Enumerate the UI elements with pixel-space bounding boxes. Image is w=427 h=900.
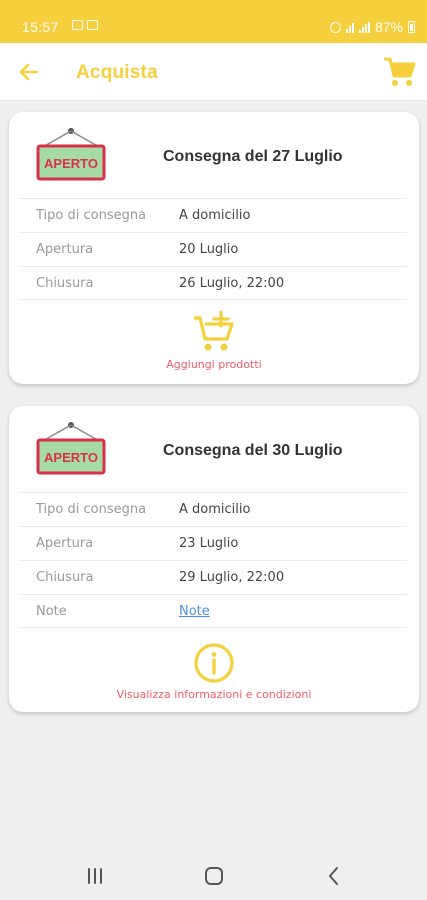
info-value: 23 Luglio — [179, 536, 239, 551]
info-label: Apertura — [36, 536, 94, 551]
info-value: A domicilio — [179, 208, 251, 223]
info-row-opening: Apertura 20 Luglio — [20, 232, 407, 266]
add-products-label: Aggiungi prodotti — [166, 358, 262, 371]
info-row-closing: Chiusura 26 Luglio, 22:00 — [20, 266, 407, 300]
cart-icon[interactable] — [381, 55, 417, 89]
info-label: Note — [36, 604, 67, 619]
delivery-title: Consegna del 27 Luglio — [163, 148, 343, 165]
info-icon — [194, 643, 234, 683]
delivery-card[interactable]: APERTO Consegna del 30 Luglio Tipo di co… — [9, 406, 419, 712]
battery-percent: 87% — [374, 19, 403, 35]
divider — [20, 627, 407, 628]
info-row-type: Tipo di consegna A domicilio — [20, 198, 407, 232]
sign-label: APERTO — [44, 156, 98, 171]
add-products-button[interactable]: Aggiungi prodotti — [9, 310, 419, 371]
delivery-title: Consegna del 30 Luglio — [163, 442, 343, 459]
nav-back-icon[interactable] — [322, 864, 346, 888]
info-label: Tipo di consegna — [36, 208, 147, 223]
home-icon[interactable] — [202, 864, 226, 888]
back-arrow-icon[interactable] — [15, 58, 43, 86]
status-bar: 15:57 87% — [0, 0, 427, 43]
info-label: Chiusura — [36, 570, 94, 585]
view-info-label: Visualizza informazioni e condizioni — [116, 688, 312, 701]
view-info-button[interactable]: Visualizza informazioni e condizioni — [9, 642, 419, 701]
open-sign-icon: APERTO — [36, 128, 106, 181]
info-row-notes: Note Note — [20, 594, 407, 628]
divider — [20, 299, 407, 300]
notes-link[interactable]: Note — [179, 604, 210, 619]
info-row-opening: Apertura 23 Luglio — [20, 526, 407, 560]
app-bar: Acquista — [0, 43, 427, 101]
info-value: 20 Luglio — [179, 242, 239, 257]
info-row-type: Tipo di consegna A domicilio — [20, 492, 407, 526]
info-label: Apertura — [36, 242, 94, 257]
notification-icons — [72, 20, 98, 30]
add-to-cart-icon — [194, 310, 234, 351]
page-title: Acquista — [76, 62, 158, 83]
open-sign-icon: APERTO — [36, 422, 106, 475]
wifi-icon — [345, 22, 354, 33]
system-nav-bar — [0, 852, 427, 900]
status-time: 15:57 — [22, 19, 59, 35]
info-label: Chiusura — [36, 276, 94, 291]
message-icon — [87, 20, 98, 30]
info-value: 29 Luglio, 22:00 — [179, 570, 285, 585]
alarm-icon — [329, 21, 341, 33]
battery-icon — [408, 21, 415, 33]
info-value: 26 Luglio, 22:00 — [179, 276, 285, 291]
info-row-closing: Chiusura 29 Luglio, 22:00 — [20, 560, 407, 594]
delivery-card[interactable]: APERTO Consegna del 27 Luglio Tipo di co… — [9, 112, 419, 384]
signal-icon — [358, 21, 370, 33]
info-label: Tipo di consegna — [36, 502, 147, 517]
info-value: A domicilio — [179, 502, 251, 517]
mail-icon — [72, 20, 83, 30]
recent-apps-icon[interactable] — [83, 864, 107, 888]
sign-label: APERTO — [44, 450, 98, 465]
status-right: 87% — [329, 19, 415, 35]
